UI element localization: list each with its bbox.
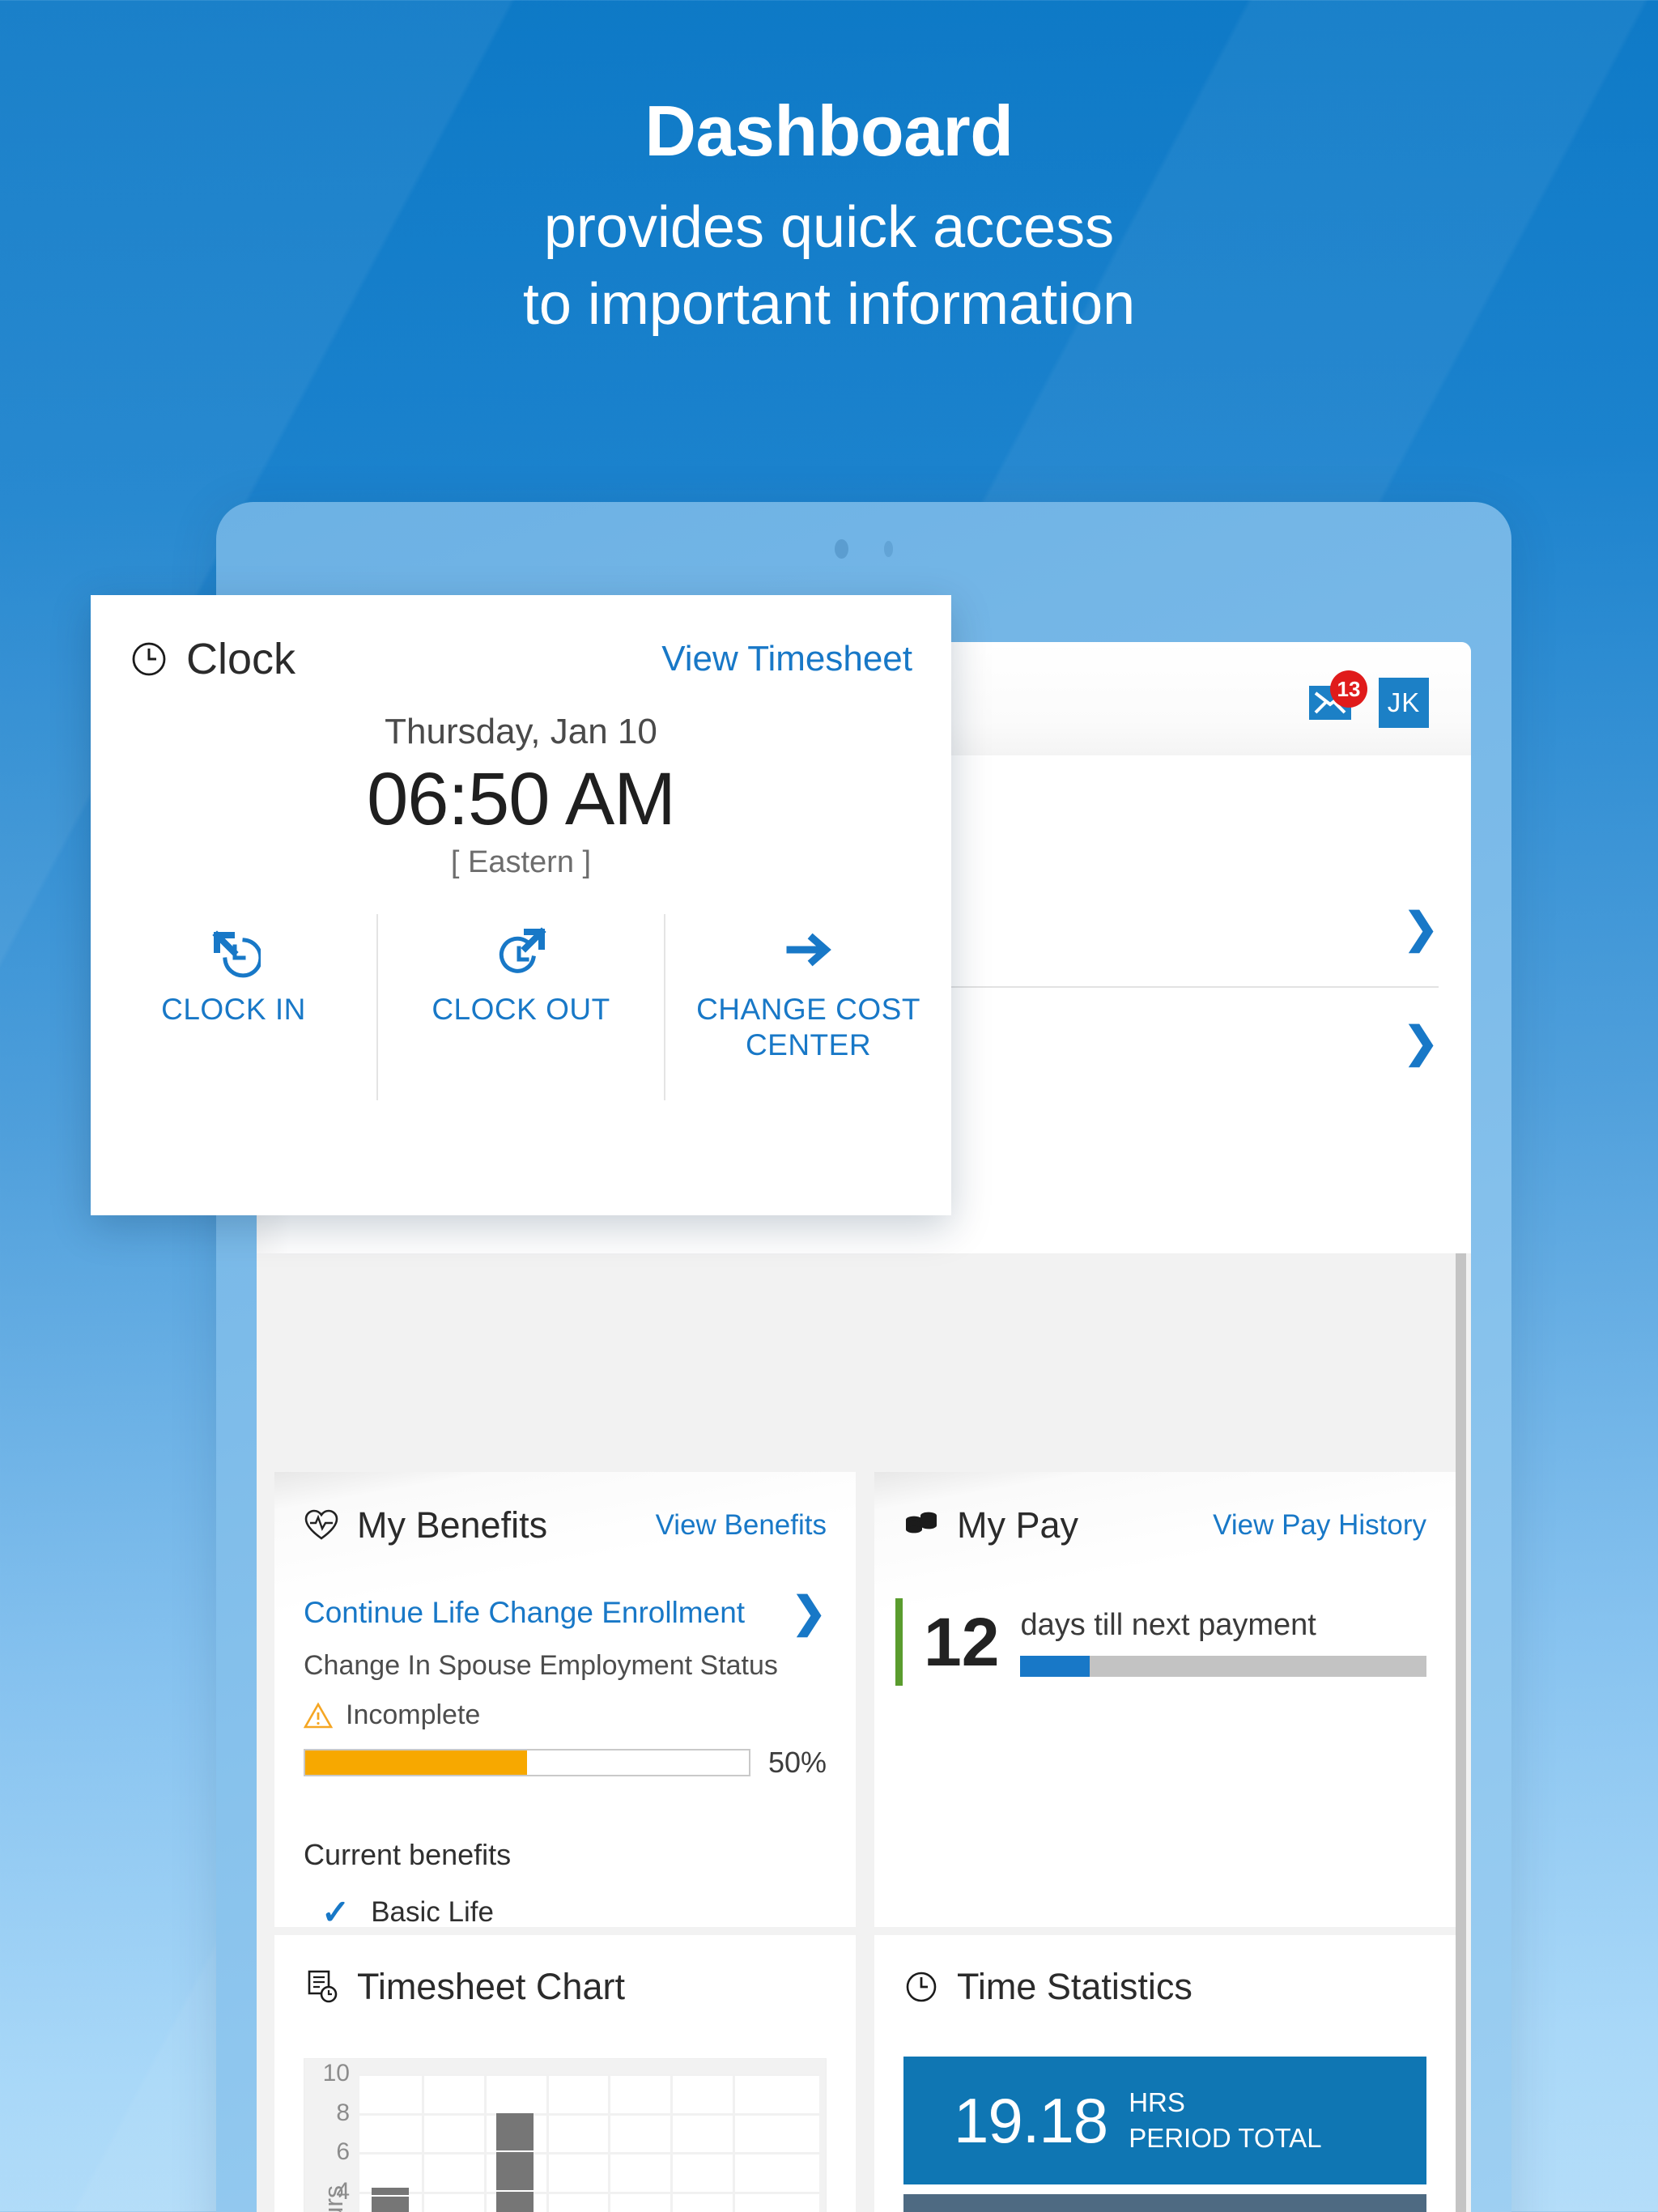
tablet-camera-dots xyxy=(835,539,893,559)
chevron-right-icon[interactable]: ❯ xyxy=(1403,908,1439,950)
my-benefits-card: My Benefits View Benefits Continue Life … xyxy=(274,1472,856,2059)
promo-subtitle-line1: provides quick access xyxy=(543,195,1115,260)
view-benefits-link[interactable]: View Benefits xyxy=(656,1509,827,1542)
chevron-right-icon[interactable]: ❯ xyxy=(791,1592,827,1634)
clock-in-label: CLOCK IN xyxy=(161,993,306,1026)
clock-out-icon xyxy=(499,927,546,973)
chart-gridline xyxy=(359,2191,819,2194)
messages-button[interactable]: 13 xyxy=(1309,670,1367,720)
warning-triangle-icon xyxy=(304,1701,333,1728)
chart-bar-segment xyxy=(496,2191,534,2212)
current-benefits-heading: Current benefits xyxy=(304,1838,512,1871)
days-till-payment-count: 12 xyxy=(924,1604,1000,1680)
my-pay-card: My Pay View Pay History 12 days till nex… xyxy=(874,1472,1456,1927)
change-cost-center-button[interactable]: CHANGE COST CENTER xyxy=(664,914,951,1100)
pay-progress-bar xyxy=(1020,1655,1426,1677)
chart-y-tick: 4 xyxy=(336,2177,350,2205)
enrollment-progress-percent: 50% xyxy=(767,1746,827,1779)
pay-progress-fill xyxy=(1020,1655,1090,1677)
my-benefits-title: My Benefits xyxy=(357,1504,548,1546)
enrollment-progress-fill xyxy=(305,1750,527,1775)
clock-time: 06:50 AM xyxy=(367,758,676,840)
promo-headline: Dashboard provides quick access to impor… xyxy=(0,96,1658,343)
promo-title: Dashboard xyxy=(644,91,1014,171)
check-icon: ✓ xyxy=(321,1893,351,1931)
timesheet-chart-title: Timesheet Chart xyxy=(357,1966,625,2007)
stat-value: 19.18 xyxy=(954,2084,1108,2156)
clock-timezone: [ Eastern ] xyxy=(450,845,592,879)
coins-icon xyxy=(906,1512,937,1534)
enrollment-progress-bar xyxy=(304,1749,750,1776)
clock-icon xyxy=(906,1972,937,2002)
chart-plot-area xyxy=(359,2074,819,2212)
clock-in-button[interactable]: CLOCK IN xyxy=(91,914,376,1100)
view-timesheet-link[interactable]: View Timesheet xyxy=(661,639,912,679)
timesheet-chart-card: Timesheet Chart hours 46810 xyxy=(274,1935,856,2212)
clock-in-icon xyxy=(211,930,261,978)
chevron-right-icon[interactable]: ❯ xyxy=(1403,1022,1439,1064)
clock-icon xyxy=(132,642,166,676)
notification-badge: 13 xyxy=(1330,670,1367,708)
days-till-payment-label: days till next payment xyxy=(1020,1607,1316,1642)
clock-card: Clock View Timesheet Thursday, Jan 10 06… xyxy=(91,595,951,1215)
camera-lens-icon xyxy=(835,539,848,559)
change-cost-center-label: CHANGE COST CENTER xyxy=(696,993,920,1061)
chart-bar-segment xyxy=(372,2187,410,2197)
chart-bar-segment xyxy=(372,2196,410,2212)
chart-gridline xyxy=(359,2152,819,2155)
chart-gridline xyxy=(359,2112,819,2116)
chart-y-tick: 8 xyxy=(336,2099,350,2126)
stat-tile-vacation: -4.00 HRS VACATION xyxy=(903,2194,1426,2212)
stat-tile-period-total: 19.18 HRS PERIOD TOTAL xyxy=(903,2057,1426,2184)
promo-subtitle-line2: to important information xyxy=(522,272,1136,338)
chart-bar-segment xyxy=(496,2112,534,2153)
time-statistics-card: Time Statistics 19.18 HRS PERIOD TOTAL -… xyxy=(874,1935,1456,2212)
clock-out-label: CLOCK OUT xyxy=(432,993,610,1026)
camera-sensor-icon xyxy=(884,541,893,557)
timesheet-icon xyxy=(308,1970,338,2003)
chart-gridline xyxy=(359,2074,819,2076)
continue-enrollment-link[interactable]: Continue Life Change Enrollment xyxy=(304,1596,745,1630)
enrollment-reason: Change In Spouse Employment Status xyxy=(304,1650,778,1681)
clock-title: Clock xyxy=(186,635,296,683)
enrollment-status-label: Incomplete xyxy=(346,1699,481,1730)
view-pay-history-link[interactable]: View Pay History xyxy=(1213,1509,1426,1542)
stat-label: PERIOD TOTAL xyxy=(1129,2123,1322,2153)
arrow-right-icon xyxy=(786,933,831,967)
benefit-name: Basic Life xyxy=(371,1896,494,1928)
time-statistics-title: Time Statistics xyxy=(957,1966,1192,2007)
avatar[interactable]: JK xyxy=(1379,678,1429,728)
clock-date: Thursday, Jan 10 xyxy=(385,712,657,751)
chart-y-tick: 10 xyxy=(322,2060,350,2087)
chart-y-tick: 6 xyxy=(336,2138,350,2166)
timesheet-bar-chart: hours 46810 xyxy=(304,2058,827,2212)
pay-accent-bar xyxy=(895,1598,903,1686)
chart-bar-segment xyxy=(496,2152,534,2192)
my-pay-title: My Pay xyxy=(957,1504,1079,1546)
clock-out-button[interactable]: CLOCK OUT xyxy=(376,914,664,1100)
heartbeat-icon xyxy=(304,1509,338,1540)
stat-unit: HRS xyxy=(1129,2087,1185,2118)
